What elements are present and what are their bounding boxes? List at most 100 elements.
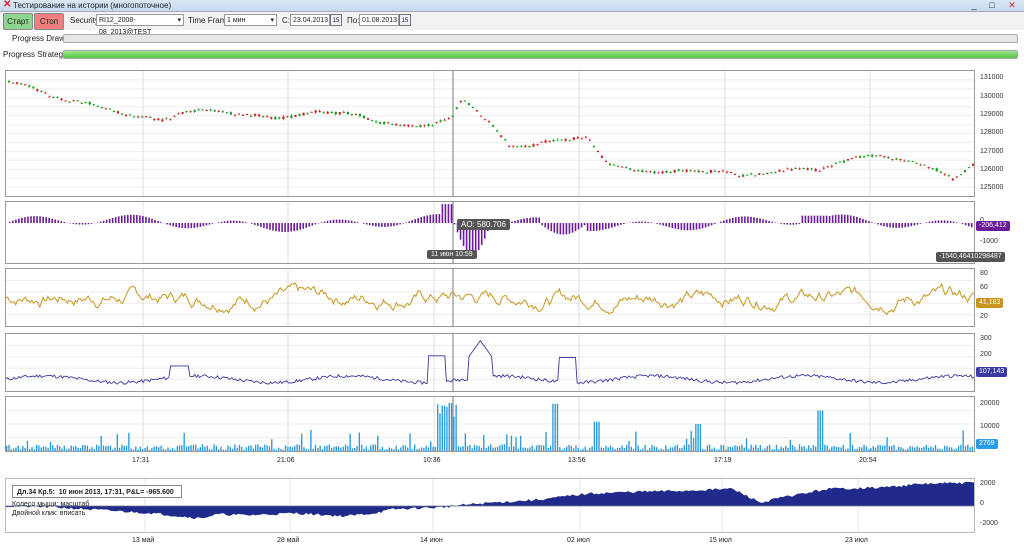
volume-bar — [759, 444, 762, 451]
maximize-button[interactable]: □ — [984, 0, 1000, 10]
ao-bar — [347, 220, 350, 224]
candle — [653, 171, 656, 174]
volume-bar — [808, 445, 810, 451]
volume-bar — [268, 446, 271, 451]
ao-bar — [350, 220, 353, 224]
volume-bar — [35, 444, 38, 451]
ao-bar — [834, 214, 837, 224]
candle — [185, 111, 188, 113]
volume-bar — [925, 444, 927, 451]
rsi-panel[interactable] — [5, 268, 975, 327]
candle — [120, 113, 124, 115]
volume-bar — [861, 447, 863, 451]
timeframe-value: 1 мин — [227, 17, 246, 24]
candle — [40, 91, 43, 93]
volume-bar — [347, 445, 349, 451]
candle — [967, 167, 971, 169]
ao-bar — [925, 222, 928, 224]
volume-bar — [328, 444, 331, 451]
candle — [822, 167, 825, 169]
volume-bar — [870, 448, 872, 451]
cci-chart — [6, 334, 974, 391]
calendar-icon[interactable]: 15 — [399, 14, 411, 26]
volume-bar — [743, 447, 745, 451]
ao-bar — [756, 217, 758, 224]
volume-bar — [185, 446, 188, 451]
ao-bar — [892, 223, 894, 228]
volume-bar — [948, 447, 951, 451]
volume-bar — [476, 445, 478, 451]
ao-bar — [568, 223, 571, 234]
candle — [439, 120, 442, 122]
volume-bar — [418, 448, 420, 451]
ao-bar — [849, 215, 852, 224]
ao-bar — [81, 223, 84, 225]
timeframe-select[interactable]: 1 мин ▾ — [224, 14, 277, 26]
candle — [673, 170, 676, 173]
volume-bar — [351, 448, 354, 451]
security-select[interactable]: RI12_2008-08_2013@TEST ▾ — [96, 14, 184, 36]
stop-button[interactable]: Стоп — [34, 13, 64, 30]
candle — [133, 116, 136, 118]
volume-bar — [586, 449, 589, 451]
candle — [411, 125, 414, 127]
mouse-hint: Колесо мыши: масштаб — [12, 501, 90, 508]
candle — [161, 119, 164, 122]
calendar-icon[interactable]: 15 — [330, 14, 342, 26]
ao-bar — [311, 223, 314, 226]
ao-bar — [934, 220, 937, 224]
ao-bar — [771, 221, 773, 224]
volume-bar — [891, 445, 893, 451]
cci-panel[interactable] — [5, 333, 975, 392]
candle — [584, 136, 587, 138]
ao-bar — [853, 216, 855, 224]
candle — [237, 113, 241, 115]
ao-bar — [946, 220, 949, 224]
ao-bar — [695, 223, 698, 230]
ao-bar — [12, 220, 14, 224]
candle — [250, 115, 253, 117]
date-tick-label: 23 июл — [845, 537, 868, 544]
candle — [959, 174, 963, 176]
volume-bar — [483, 434, 485, 451]
candle — [500, 135, 503, 138]
last-value-tag: -206,412 — [976, 221, 1010, 232]
volume-bar — [190, 445, 192, 451]
minimize-button[interactable]: _ — [966, 0, 982, 10]
ao-panel[interactable] — [5, 201, 975, 264]
volume-bar — [854, 449, 856, 451]
candle — [907, 160, 910, 162]
candle — [709, 170, 712, 173]
candle — [604, 160, 608, 162]
ao-bar — [260, 223, 262, 227]
volume-bar — [158, 447, 160, 451]
time-tick-label: 13:56 — [568, 457, 586, 464]
price-panel[interactable] — [5, 70, 975, 197]
to-date-input[interactable]: 01.08.2013 — [359, 14, 399, 26]
ao-bar — [254, 223, 256, 225]
ao-bar — [57, 220, 60, 224]
ao-bar — [871, 222, 873, 224]
volume-bar — [612, 447, 614, 451]
y-tick-label: 128000 — [980, 129, 1004, 137]
ao-bar — [904, 223, 907, 228]
from-date-input[interactable]: 23.04.2013 — [290, 14, 330, 26]
date-axis: 13 май 28 май 14 июн 02 июл 15 июл 23 июл — [5, 535, 975, 547]
volume-bar — [250, 445, 252, 451]
y-tick-label: 200 — [980, 351, 992, 359]
volume-bar — [383, 449, 386, 451]
ao-bar — [961, 223, 964, 225]
close-button[interactable]: ✕ — [1004, 0, 1020, 10]
y-tick-label: 0 — [980, 500, 984, 507]
candle — [971, 163, 974, 166]
volume-bar — [118, 447, 121, 451]
candle — [270, 117, 273, 119]
ao-bar — [611, 223, 613, 228]
ao-bar — [928, 221, 931, 224]
volume-bar — [644, 444, 646, 451]
start-button[interactable]: Старт — [3, 13, 33, 30]
ao-bar — [862, 218, 864, 224]
volume-panel[interactable] — [5, 396, 975, 452]
candle — [867, 155, 870, 157]
volume-bar — [669, 447, 672, 451]
